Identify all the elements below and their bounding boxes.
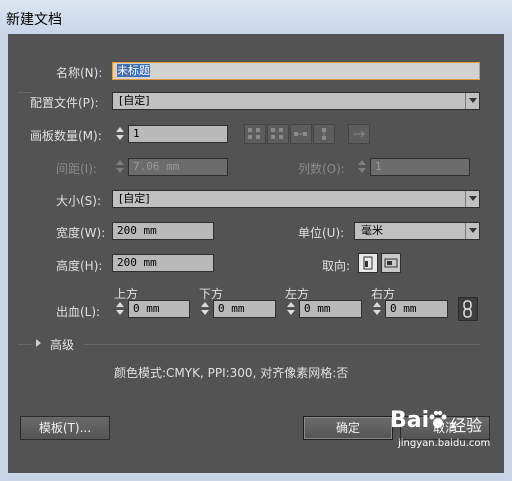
watermark-brand-suffix: 经验	[450, 416, 483, 435]
size-label: 大小(S):	[56, 194, 102, 208]
right-to-left-layout-icon[interactable]	[348, 124, 370, 144]
columns-label: 列数(O):	[298, 162, 345, 176]
bleed-right-field[interactable]: 0 mm	[385, 300, 448, 318]
bleed-left-field[interactable]: 0 mm	[299, 300, 362, 318]
ok-button[interactable]: 确定	[303, 416, 393, 440]
width-label: 宽度(W):	[56, 226, 106, 240]
advanced-separator-right	[84, 344, 480, 345]
spacing-label: 间距(I):	[56, 162, 97, 176]
bleed-label: 出血(L):	[56, 305, 101, 319]
bleed-bottom-stepper-icon[interactable]	[199, 300, 211, 318]
profile-label: 配置文件(P):	[30, 96, 99, 110]
grid-by-row-icon[interactable]	[244, 124, 266, 144]
height-label: 高度(H):	[56, 259, 103, 273]
spacing-field: 7.06 mm	[128, 158, 228, 176]
units-select[interactable]: 毫米	[354, 222, 480, 240]
width-field[interactable]: 200 mm	[112, 222, 214, 240]
chevron-down-icon	[465, 191, 479, 207]
artboards-label: 画板数量(M):	[30, 129, 102, 143]
name-field[interactable]: 未标题	[112, 62, 480, 80]
chevron-down-icon	[465, 223, 479, 239]
window-title: 新建文档	[6, 12, 62, 28]
document-info-text: 颜色模式:CMYK, PPI:300, 对齐像素网格:否	[114, 366, 349, 380]
templates-button[interactable]: 模板(T)...	[20, 416, 110, 440]
spacing-stepper-icon	[114, 158, 126, 176]
columns-stepper-icon	[356, 158, 368, 176]
chevron-down-icon	[465, 93, 479, 109]
profile-separator-left	[18, 92, 32, 93]
landscape-orientation-icon[interactable]	[381, 253, 401, 273]
name-label: 名称(N):	[56, 66, 103, 80]
advanced-toggle-icon[interactable]	[36, 339, 41, 347]
artboards-stepper-icon[interactable]	[114, 125, 126, 143]
portrait-orientation-icon[interactable]	[358, 253, 378, 273]
height-field[interactable]: 200 mm	[112, 254, 214, 272]
bleed-right-stepper-icon[interactable]	[371, 300, 383, 318]
watermark-url: jingyan.baidu.com	[398, 438, 491, 449]
title-bar: 新建文档	[0, 0, 512, 34]
arrange-by-column-icon[interactable]	[313, 124, 335, 144]
window-frame-right	[504, 34, 512, 481]
artboards-field[interactable]: 1	[128, 125, 228, 143]
columns-field: 1	[370, 158, 470, 176]
advanced-label[interactable]: 高级	[50, 336, 74, 353]
new-document-dialog: 名称(N): 未标题 配置文件(P): [自定] 画板数量(M): 1 间距(I…	[8, 34, 504, 473]
profile-select[interactable]: [自定]	[112, 92, 480, 110]
window-frame-left	[0, 34, 8, 481]
size-select[interactable]: [自定]	[112, 190, 480, 208]
bleed-bottom-field[interactable]: 0 mm	[213, 300, 276, 318]
link-chain-icon[interactable]	[458, 297, 478, 321]
units-label: 单位(U):	[298, 226, 345, 240]
watermark-brand: Bai	[390, 408, 430, 433]
paw-logo-icon	[428, 410, 448, 430]
orientation-label: 取向:	[322, 259, 351, 273]
bleed-top-stepper-icon[interactable]	[114, 300, 126, 318]
advanced-separator-left	[18, 344, 32, 345]
arrange-by-row-icon[interactable]	[290, 124, 312, 144]
bleed-left-stepper-icon[interactable]	[285, 300, 297, 318]
bleed-top-field[interactable]: 0 mm	[128, 300, 190, 318]
grid-by-column-icon[interactable]	[267, 124, 289, 144]
window-frame-bottom	[0, 473, 512, 481]
